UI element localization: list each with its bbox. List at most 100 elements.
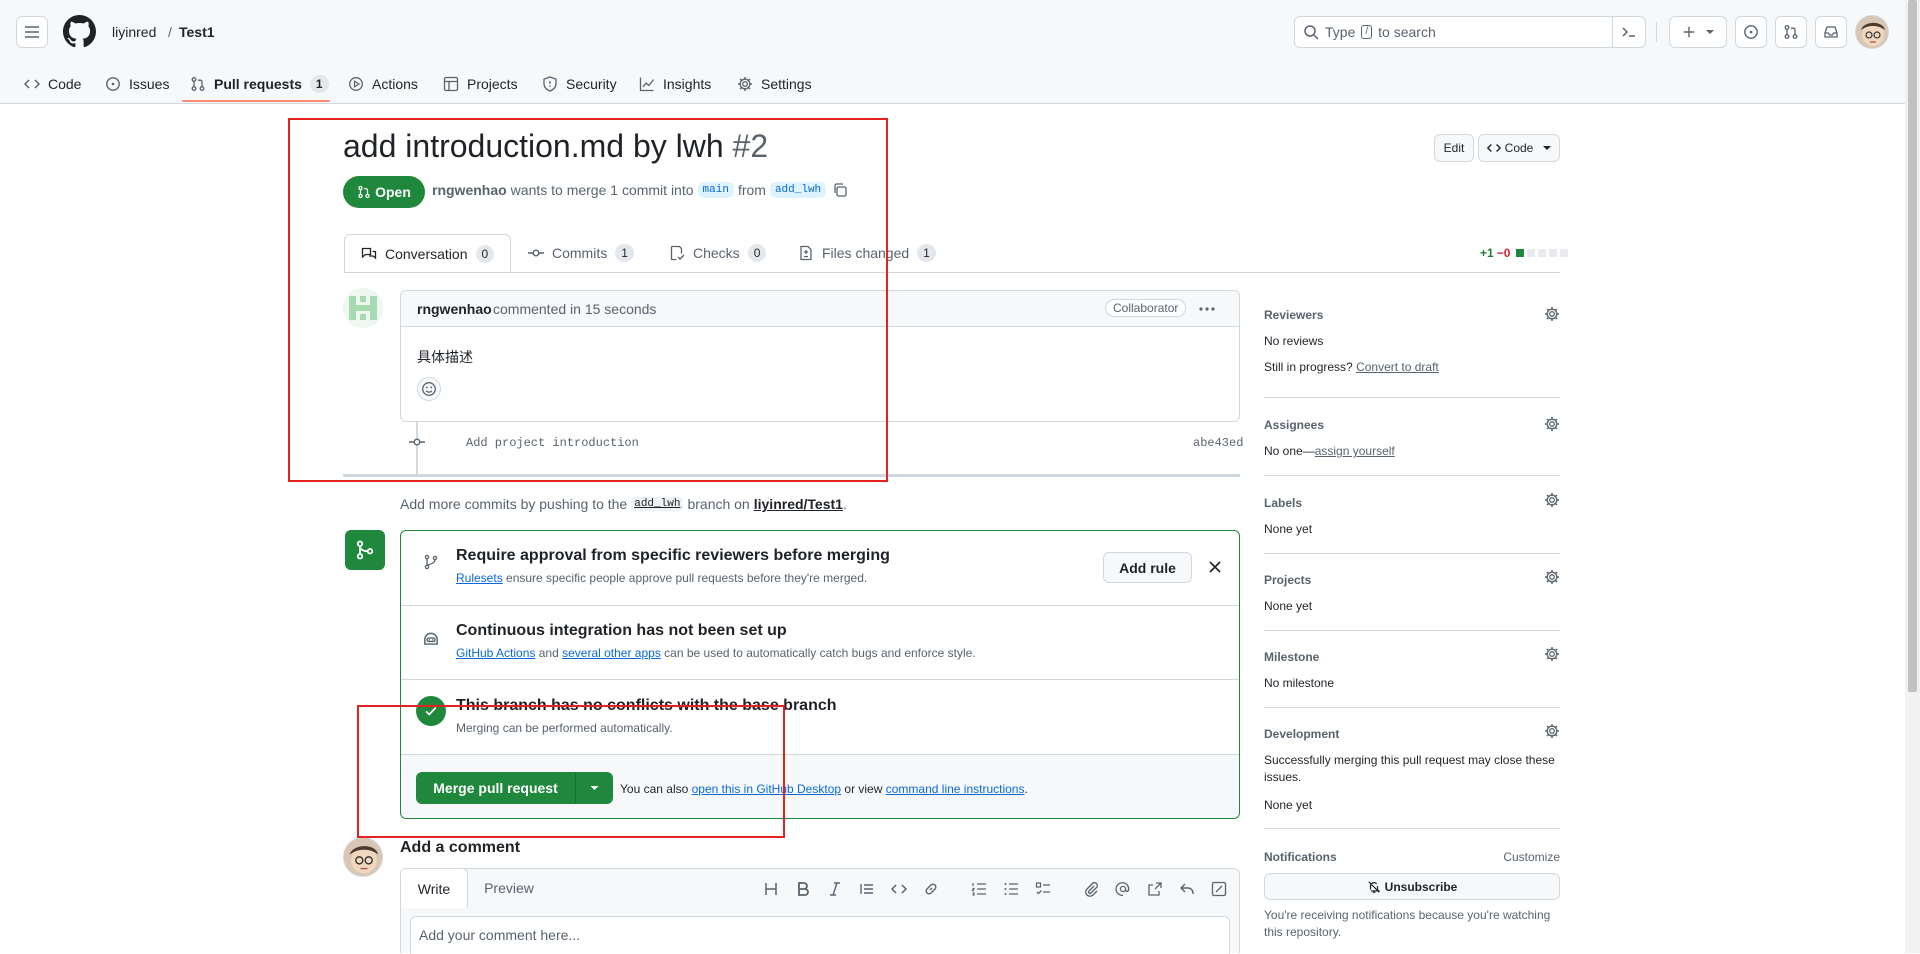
push-hint-repo[interactable]: liyinred/Test1	[754, 496, 843, 512]
menu-button[interactable]	[16, 16, 48, 48]
code-dropdown-label: Code	[1504, 141, 1534, 155]
paperclip-icon[interactable]	[1083, 881, 1099, 897]
also-middle: or view	[844, 782, 883, 796]
development-value: None yet	[1264, 798, 1313, 812]
tab-security[interactable]: Security	[542, 64, 617, 104]
tab-settings[interactable]: Settings	[737, 64, 812, 104]
comment-options-button[interactable]	[1193, 299, 1221, 319]
inbox-button[interactable]	[1815, 16, 1847, 48]
assign-yourself-link[interactable]: assign yourself	[1315, 444, 1395, 458]
issue-icon	[106, 77, 120, 91]
issues-button[interactable]	[1735, 16, 1767, 48]
commit-sha[interactable]: abe43ed	[1193, 436, 1243, 450]
milestone-title[interactable]: Milestone	[1264, 650, 1319, 664]
push-hint-suffix: .	[842, 496, 847, 512]
quote-icon[interactable]	[859, 881, 875, 897]
mention-icon[interactable]	[1115, 881, 1131, 897]
command-palette-button[interactable]	[1612, 17, 1645, 47]
milestone-value: No milestone	[1264, 676, 1335, 690]
comment-textarea[interactable]: Add your comment here...	[410, 916, 1230, 954]
development-title[interactable]: Development	[1264, 727, 1339, 741]
gear-icon	[738, 77, 752, 91]
git-pull-request-icon	[1784, 25, 1798, 39]
tab-issues[interactable]: Issues	[105, 64, 169, 104]
ordered-list-icon[interactable]	[971, 881, 987, 897]
reply-icon[interactable]	[1179, 881, 1195, 897]
ci-and-text: and	[538, 646, 559, 660]
code-icon[interactable]	[891, 881, 907, 897]
tab-actions[interactable]: Actions	[348, 64, 418, 104]
page-scrollbar-thumb[interactable]	[1908, 0, 1917, 692]
tab-settings-label: Settings	[761, 76, 812, 92]
create-new-button[interactable]	[1669, 16, 1727, 48]
preview-tab[interactable]: Preview	[469, 869, 549, 907]
gear-icon[interactable]	[1544, 492, 1560, 508]
search-icon	[1304, 25, 1319, 40]
fullscreen-icon[interactable]	[1211, 881, 1227, 897]
user-avatar[interactable]	[1855, 15, 1889, 49]
diff-square-added	[1516, 249, 1525, 257]
close-icon[interactable]	[1209, 561, 1221, 573]
tab-code[interactable]: Code	[24, 64, 81, 104]
assignees-title[interactable]: Assignees	[1264, 418, 1324, 432]
notifications-note: You're receiving notifications because y…	[1264, 908, 1551, 939]
merge-status-icon	[345, 530, 385, 570]
github-actions-link[interactable]: GitHub Actions	[456, 646, 535, 660]
link-icon[interactable]	[923, 881, 939, 897]
inbox-icon	[1824, 26, 1838, 38]
gear-icon[interactable]	[1544, 306, 1560, 322]
write-tab[interactable]: Write	[400, 868, 468, 908]
tasklist-icon[interactable]	[1035, 881, 1051, 897]
unsubscribe-button[interactable]: Unsubscribe	[1264, 873, 1560, 900]
repo-owner-link[interactable]: liyinred	[112, 24, 156, 40]
cross-reference-icon[interactable]	[1147, 881, 1163, 897]
draft-hint: Still in progress? Convert to draft	[1264, 360, 1439, 374]
reviewers-title[interactable]: Reviewers	[1264, 308, 1323, 322]
collaborator-badge: Collaborator	[1105, 299, 1187, 317]
diff-removed: −0	[1496, 246, 1511, 260]
notifications-title: Notifications	[1264, 850, 1337, 864]
ruleset-row: Require approval from specific reviewers…	[401, 531, 1239, 606]
gear-icon[interactable]	[1544, 723, 1560, 739]
italic-icon[interactable]	[827, 881, 843, 897]
gear-icon[interactable]	[1544, 416, 1560, 432]
tab-pull-requests[interactable]: Pull requests 1	[190, 64, 329, 104]
annotation-box-merge-button	[357, 705, 785, 838]
add-rule-button[interactable]: Add rule	[1103, 552, 1192, 583]
code-dropdown-button[interactable]: Code	[1478, 134, 1560, 162]
other-apps-link[interactable]: several other apps	[562, 646, 661, 660]
gear-icon[interactable]	[1544, 646, 1560, 662]
pull-requests-button[interactable]	[1775, 16, 1807, 48]
gear-icon[interactable]	[1544, 569, 1560, 585]
heading-icon[interactable]	[763, 881, 779, 897]
git-branch-icon	[424, 554, 438, 570]
ruleset-title: Require approval from specific reviewers…	[456, 547, 890, 564]
repo-name-link[interactable]: Test1	[179, 24, 215, 40]
avatar-face-icon	[1861, 22, 1885, 46]
diff-square-neutral	[1527, 249, 1536, 257]
ruleset-sub-text: ensure specific people approve pull requ…	[506, 571, 868, 585]
convert-to-draft-link[interactable]: Convert to draft	[1356, 360, 1439, 374]
edit-title-button[interactable]: Edit	[1434, 134, 1474, 162]
search-input[interactable]: Type / to search	[1294, 16, 1646, 48]
bell-slash-icon	[1367, 880, 1380, 893]
projects-title[interactable]: Projects	[1264, 573, 1311, 587]
github-logo-icon[interactable]	[63, 15, 96, 48]
comment-placeholder: Add your comment here...	[419, 927, 581, 943]
diff-added: +1	[1480, 246, 1494, 260]
customize-link[interactable]: Customize	[1503, 850, 1560, 864]
push-hint-middle: branch on	[687, 496, 750, 512]
also-suffix: .	[1024, 782, 1028, 796]
graph-icon	[639, 77, 655, 92]
viewer-avatar	[343, 837, 383, 877]
tab-projects[interactable]: Projects	[443, 64, 518, 104]
command-line-link[interactable]: command line instructions	[886, 782, 1025, 796]
bold-icon[interactable]	[795, 881, 811, 897]
assignees-value: No one—assign yourself	[1264, 444, 1395, 458]
kebab-horizontal-icon	[1199, 307, 1215, 311]
tab-insights[interactable]: Insights	[639, 64, 711, 104]
rulesets-link[interactable]: Rulesets	[456, 571, 503, 585]
unordered-list-icon[interactable]	[1003, 881, 1019, 897]
labels-title[interactable]: Labels	[1264, 496, 1302, 510]
diffstat: +1 −0	[1480, 246, 1569, 260]
